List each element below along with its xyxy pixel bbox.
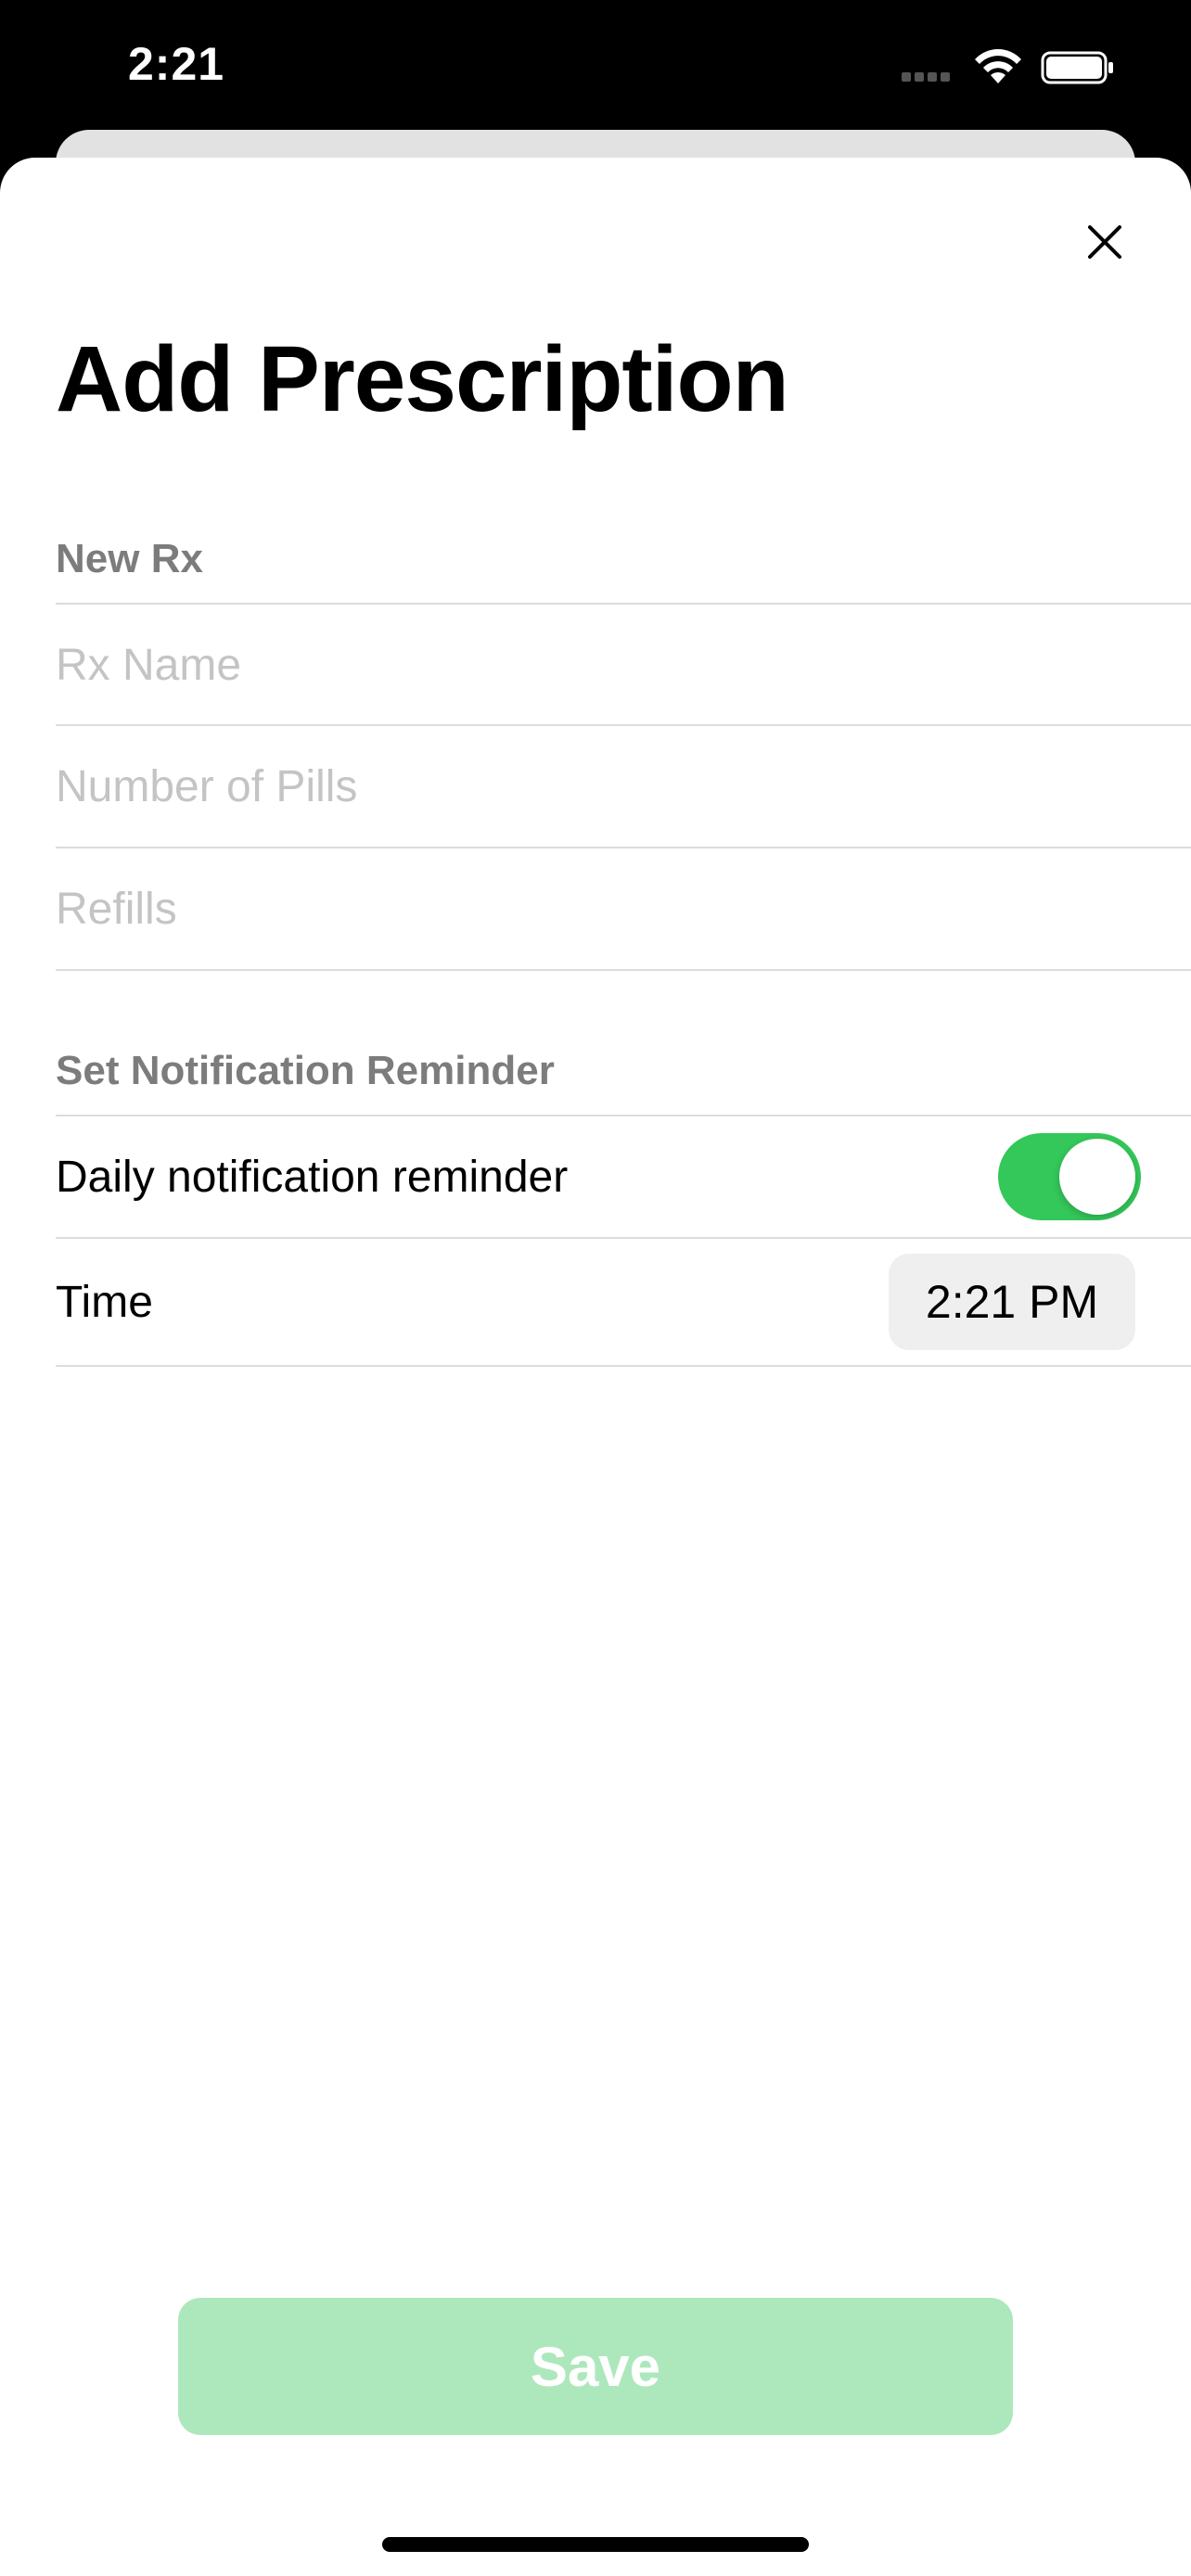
add-prescription-sheet	[0, 158, 1191, 2576]
cellular-signal-icon	[902, 70, 957, 83]
section-header-new-rx: New Rx	[56, 536, 203, 581]
time-picker-button[interactable]: 2:21 PM	[889, 1254, 1135, 1350]
status-time: 2:21	[128, 38, 225, 90]
home-indicator	[382, 2537, 809, 2552]
daily-reminder-toggle[interactable]	[998, 1133, 1141, 1220]
daily-reminder-label: Daily notification reminder	[56, 1152, 569, 1202]
close-button[interactable]	[1078, 215, 1132, 269]
number-of-pills-input[interactable]	[56, 760, 1191, 812]
refills-input[interactable]	[56, 883, 1191, 935]
save-button[interactable]: Save	[178, 2298, 1013, 2435]
divider	[56, 1365, 1191, 1367]
screen: 2:21 Add Prescription New Rx Rx Name Num…	[0, 0, 1191, 2576]
page-title: Add Prescription	[56, 327, 789, 431]
divider	[56, 969, 1191, 971]
close-icon	[1088, 225, 1121, 259]
wifi-icon	[975, 49, 1021, 83]
time-label: Time	[56, 1277, 153, 1327]
rx-name-field[interactable]	[56, 605, 1191, 725]
section-header-notification: Set Notification Reminder	[56, 1048, 555, 1093]
battery-icon	[1041, 51, 1113, 84]
rx-name-input[interactable]	[56, 639, 1191, 691]
toggle-knob	[1059, 1139, 1135, 1215]
pills-field[interactable]	[56, 726, 1191, 847]
status-bar: 2:21	[0, 0, 1191, 130]
refills-field[interactable]	[56, 848, 1191, 969]
